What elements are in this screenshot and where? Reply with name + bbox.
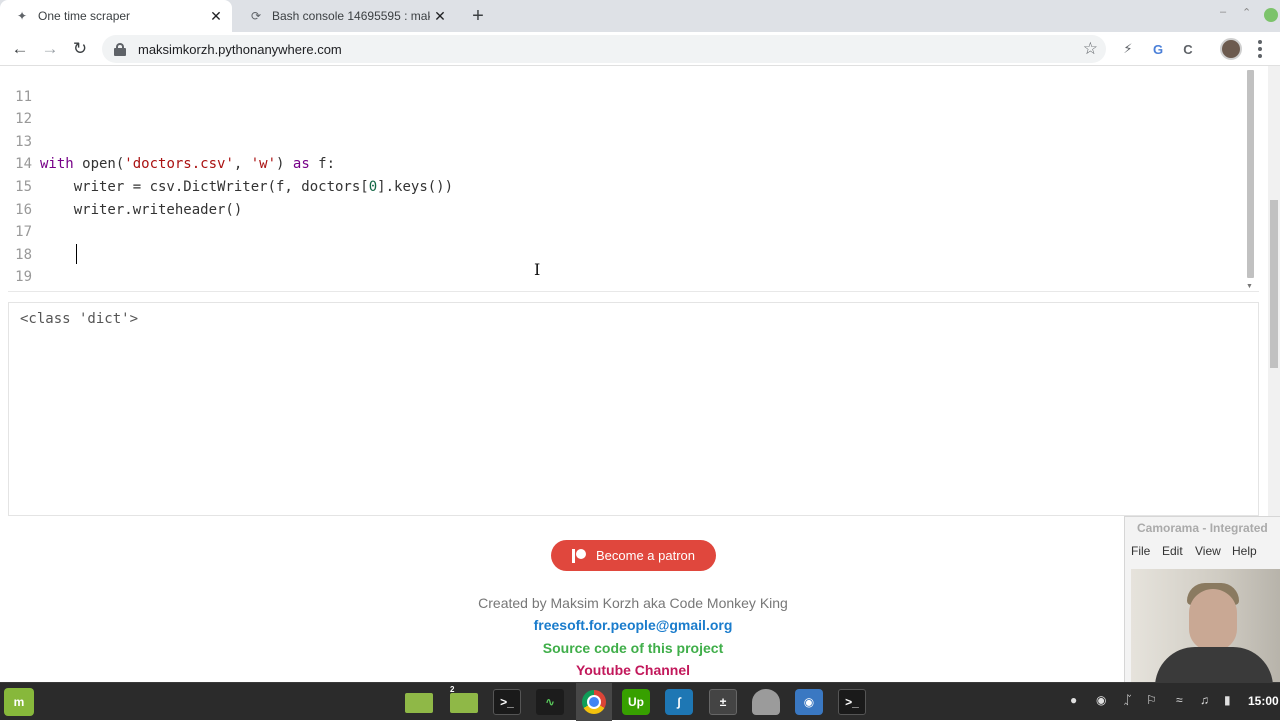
lock-icon[interactable] xyxy=(114,43,126,56)
page-icon: ✦ xyxy=(16,9,28,23)
forward-button[interactable]: → xyxy=(38,37,62,61)
line-number: 20 xyxy=(8,289,32,291)
output-panel: <class 'dict'> xyxy=(8,302,1259,516)
code-line[interactable]: 19 xyxy=(8,244,1243,285)
files-window-icon[interactable]: 2 xyxy=(450,685,478,713)
tab-strip: ✦ One time scraper ✕ ⟳ Bash console 1469… xyxy=(0,0,1280,32)
tab-title: Bash console 14695595 : maksi xyxy=(272,9,430,23)
bolt-extension-icon[interactable]: ⚡ xyxy=(1118,39,1138,59)
code-line[interactable]: 14 writer = csv.DictWriter(f, doctors[0]… xyxy=(8,131,1243,195)
user-accounts-icon[interactable] xyxy=(752,689,780,715)
camorama-title: Camorama - Integrated xyxy=(1137,521,1268,535)
page-scrollbar-thumb[interactable] xyxy=(1270,200,1278,368)
window-close-icon[interactable] xyxy=(1264,8,1278,22)
close-icon[interactable]: ✕ xyxy=(206,6,226,26)
scroll-down-arrow-icon[interactable]: ▼ xyxy=(1246,283,1253,290)
youtube-channel-link: Youtube Channel xyxy=(0,662,1266,678)
menu-edit[interactable]: Edit xyxy=(1162,544,1183,558)
source-code-link-text[interactable]: Source code of this project xyxy=(543,640,723,656)
volume-icon[interactable]: ♫ xyxy=(1200,693,1209,707)
wifi-icon[interactable]: ≈ xyxy=(1176,693,1183,707)
webcam-tray-icon[interactable]: ● xyxy=(1070,693,1077,707)
clock[interactable]: 15:00 xyxy=(1248,694,1279,708)
translate-extension-icon[interactable]: G xyxy=(1148,39,1168,59)
patron-label: Become a patron xyxy=(595,548,695,563)
tab-bash-console[interactable]: ⟳ Bash console 14695595 : maksi ✕ xyxy=(234,0,456,32)
camera-icon[interactable]: ◉ xyxy=(795,689,823,715)
tab-one-time-scraper[interactable]: ✦ One time scraper ✕ xyxy=(0,0,232,32)
upwork-icon[interactable]: Up xyxy=(622,689,650,715)
code-editor[interactable]: 11 12 13 with open('doctors.csv', 'w') a… xyxy=(8,66,1259,292)
browser-toolbar: ← → ↻ maksimkorzh.pythonanywhere.com ☆ ⚡… xyxy=(0,32,1280,66)
files-icon[interactable] xyxy=(405,693,433,713)
reload-button[interactable]: ↻ xyxy=(68,37,92,61)
window-count-badge: 2 xyxy=(450,685,455,694)
editor-scrollbar-thumb[interactable] xyxy=(1247,70,1254,278)
youtube-link-text[interactable]: Youtube Channel xyxy=(576,662,690,678)
code-line[interactable]: 15 writer.writeheader() xyxy=(8,153,1243,218)
email-link: freesoft.for.people@gmail.org xyxy=(0,617,1266,633)
source-code-link: Source code of this project xyxy=(0,640,1266,656)
address-bar[interactable]: maksimkorzh.pythonanywhere.com ☆ xyxy=(102,35,1106,63)
url-text[interactable]: maksimkorzh.pythonanywhere.com xyxy=(138,42,1083,57)
taskbar: m 2 >_ ∿ Up ∫ ± ◉ >_ ● ◉ ᛢ ⚐ ≈ ♫ ▮ 15:00 xyxy=(0,682,1280,721)
loading-icon: ⟳ xyxy=(250,9,262,23)
patreon-icon xyxy=(571,548,586,563)
keyboard-layout-icon[interactable]: ⚐ xyxy=(1146,693,1157,707)
code-line[interactable]: 20 xyxy=(8,266,1243,289)
become-patron-button[interactable]: Become a patron xyxy=(551,540,716,571)
code-line[interactable]: 16 xyxy=(8,176,1243,218)
menu-help[interactable]: Help xyxy=(1232,544,1257,558)
terminal-icon[interactable]: >_ xyxy=(493,689,521,715)
battery-icon[interactable]: ▮ xyxy=(1224,693,1231,707)
tab-title: One time scraper xyxy=(38,9,131,23)
credit-text: Created by Maksim Korzh aka Code Monkey … xyxy=(478,595,788,611)
ibeam-cursor-icon: I xyxy=(534,260,541,279)
browser-menu-icon[interactable] xyxy=(1254,38,1266,60)
bookmark-star-icon[interactable]: ☆ xyxy=(1083,39,1098,59)
webcam-preview xyxy=(1131,569,1280,682)
text-cursor xyxy=(76,244,77,264)
code-line[interactable]: 11 xyxy=(8,66,1243,105)
mint-menu-icon[interactable]: m xyxy=(4,688,34,716)
bluetooth-icon[interactable]: ᛢ xyxy=(1124,693,1131,707)
mysql-workbench-icon[interactable]: ∫ xyxy=(665,689,693,715)
editor-scrollbar[interactable]: ▼ xyxy=(1245,70,1256,290)
close-icon[interactable]: ✕ xyxy=(430,6,450,26)
new-tab-button[interactable]: + xyxy=(466,4,490,28)
code-line[interactable]: 13 with open('doctors.csv', 'w') as f: xyxy=(8,108,1243,173)
calculator-icon[interactable]: ± xyxy=(709,689,737,715)
code-line[interactable]: 18 xyxy=(8,221,1243,263)
cast-extension-icon[interactable]: C xyxy=(1178,39,1198,59)
system-monitor-icon[interactable]: ∿ xyxy=(536,689,564,715)
maximize-icon[interactable]: ⌃ xyxy=(1242,6,1251,19)
email-link-text[interactable]: freesoft.for.people@gmail.org xyxy=(534,617,733,633)
code-line[interactable]: 17 xyxy=(8,199,1243,240)
record-tray-icon[interactable]: ◉ xyxy=(1096,693,1106,707)
profile-avatar[interactable] xyxy=(1220,38,1242,60)
chrome-icon[interactable] xyxy=(582,690,606,714)
menu-file[interactable]: File xyxy=(1131,544,1150,558)
minimize-icon[interactable]: – xyxy=(1220,6,1226,18)
menu-view[interactable]: View xyxy=(1195,544,1221,558)
output-text: <class 'dict'> xyxy=(20,311,139,327)
back-button[interactable]: ← xyxy=(8,37,32,61)
camorama-window: Camorama - Integrated File Edit View Hel… xyxy=(1124,516,1280,682)
terminal-window-icon[interactable]: >_ xyxy=(838,689,866,715)
code-line[interactable]: 12 xyxy=(8,86,1243,127)
